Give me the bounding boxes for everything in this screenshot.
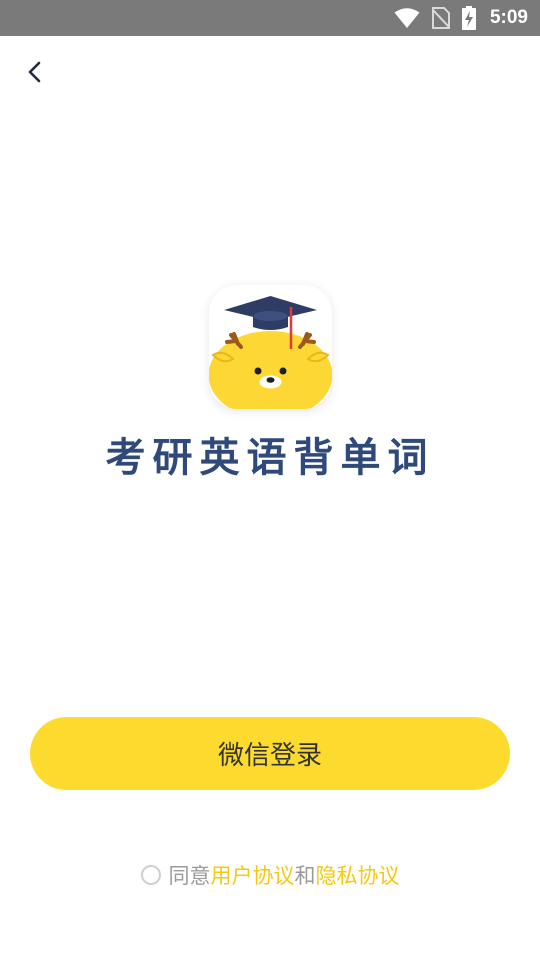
app-logo (209, 285, 332, 409)
privacy-agreement-link[interactable]: 隐私协议 (316, 860, 400, 890)
agreement-row: 同意 用户协议 和 隐私协议 (0, 858, 540, 892)
chevron-left-icon (28, 61, 41, 83)
agreement-conjunction: 和 (294, 864, 316, 888)
agree-radio[interactable] (140, 865, 161, 885)
user-agreement-link[interactable]: 用户协议 (211, 860, 295, 890)
no-sim-icon (431, 7, 450, 29)
wechat-login-label: 微信登录 (217, 741, 322, 771)
back-button[interactable] (18, 54, 52, 90)
app-title: 考研英语背单词 (105, 435, 435, 481)
deer-graduation-cap-logo (209, 296, 332, 409)
status-icons: 5:09 (394, 0, 528, 36)
wechat-login-button[interactable]: 微信登录 (30, 717, 510, 790)
wifi-icon (394, 8, 420, 28)
battery-charging-icon (461, 6, 476, 30)
status-time: 5:09 (489, 7, 528, 28)
status-bar: 5:09 (0, 0, 540, 36)
agreement-prefix: 同意 (168, 864, 211, 888)
